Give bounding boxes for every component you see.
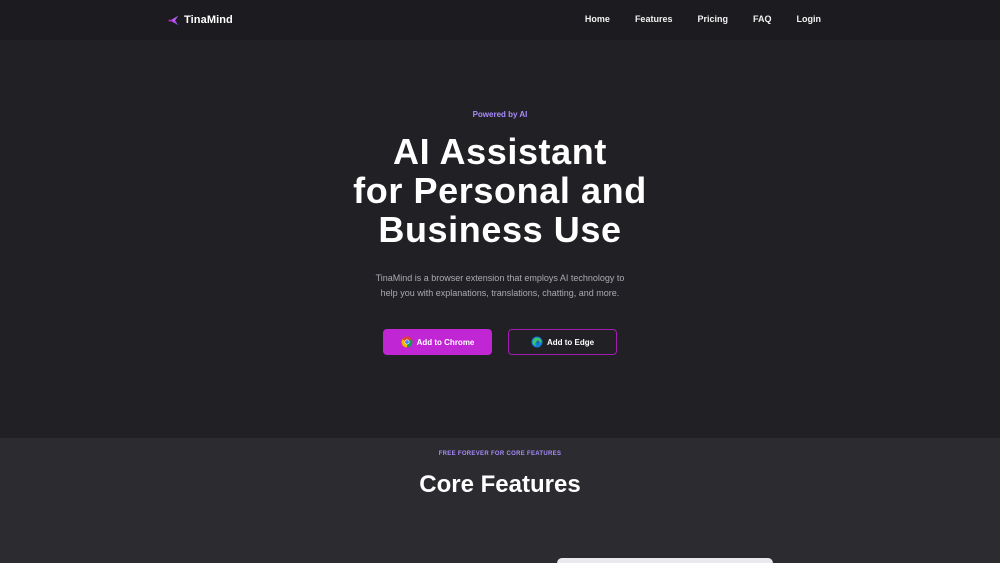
headline-line-1: AI Assistant xyxy=(393,131,607,172)
add-to-edge-button[interactable]: Add to Edge xyxy=(508,329,617,355)
subtext-line-1: TinaMind is a browser extension that emp… xyxy=(375,273,625,283)
features-eyebrow: FREE FOREVER FOR CORE FEATURES xyxy=(438,451,562,457)
chrome-icon xyxy=(401,336,413,348)
headline-line-3: Business Use xyxy=(378,209,622,250)
features-title: Core Features xyxy=(419,471,581,498)
nav-link-home[interactable]: Home xyxy=(585,14,610,24)
brand-name: TinaMind xyxy=(184,14,233,26)
nav-link-pricing[interactable]: Pricing xyxy=(697,14,728,24)
nav-link-features[interactable]: Features xyxy=(635,14,673,24)
add-to-chrome-label: Add to Chrome xyxy=(416,337,475,347)
hero-section: Powered by AI AI Assistant for Personal … xyxy=(0,40,1000,438)
page: TinaMind Home Features Pricing FAQ Login… xyxy=(0,0,1000,563)
core-features-section: FREE FOREVER FOR CORE FEATURES Core Feat… xyxy=(0,438,1000,563)
brand[interactable]: TinaMind xyxy=(167,12,233,28)
nav-link-faq[interactable]: FAQ xyxy=(753,14,772,24)
edge-icon xyxy=(531,336,543,348)
hero-headline: AI Assistant for Personal and Business U… xyxy=(0,132,1000,249)
nav-link-login[interactable]: Login xyxy=(797,14,822,24)
tinamind-logo-icon xyxy=(168,15,179,25)
headline-line-2: for Personal and xyxy=(353,170,647,211)
hero-subtext: TinaMind is a browser extension that emp… xyxy=(0,271,1000,301)
add-to-edge-label: Add to Edge xyxy=(546,337,595,347)
top-nav: TinaMind Home Features Pricing FAQ Login xyxy=(0,0,1000,40)
cta-row: Add to Chrome Add to Edge xyxy=(0,329,1000,355)
hero-eyebrow: Powered by AI xyxy=(472,110,528,119)
add-to-chrome-button[interactable]: Add to Chrome xyxy=(383,329,492,355)
feature-preview-card xyxy=(557,558,773,563)
nav-links: Home Features Pricing FAQ Login xyxy=(585,14,821,24)
subtext-line-2: help you with explanations, translations… xyxy=(380,288,620,298)
